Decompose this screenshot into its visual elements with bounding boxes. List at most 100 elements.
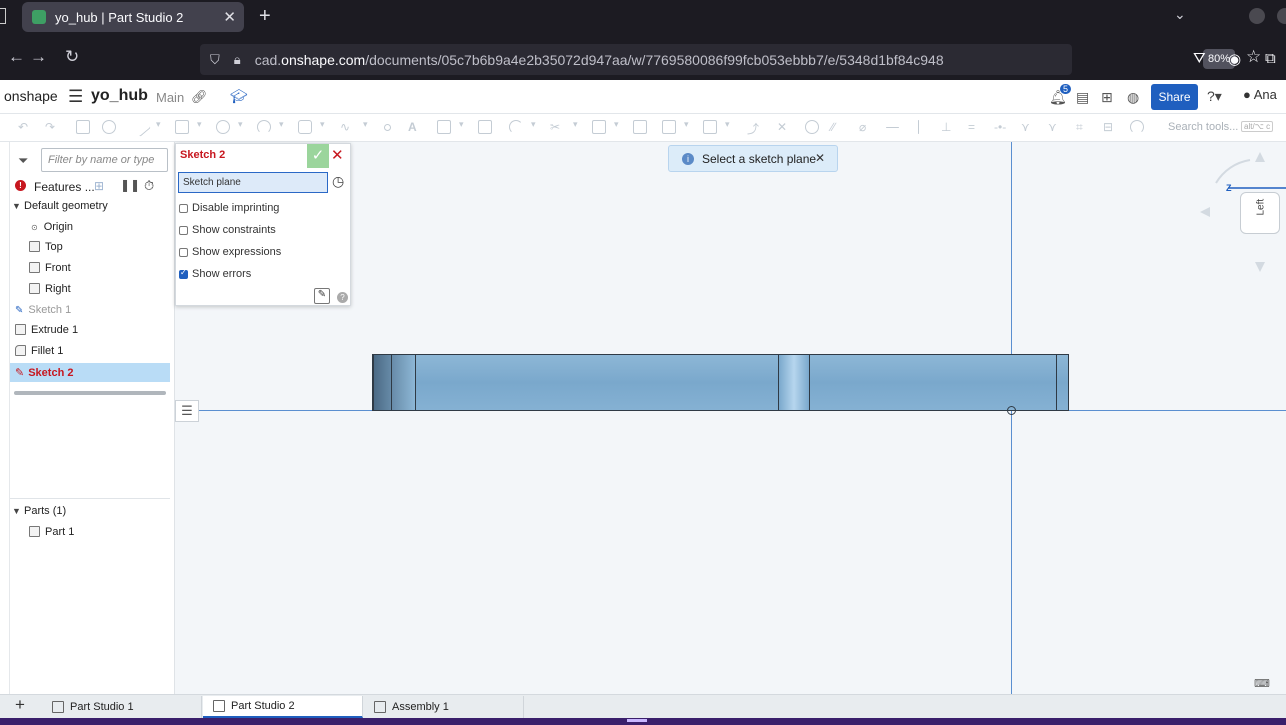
- tree-item-sketch-1[interactable]: ✎ Sketch 1: [15, 304, 71, 316]
- tree-item-fillet-1[interactable]: Fillet 1: [15, 345, 63, 357]
- origin-marker[interactable]: [1007, 406, 1016, 415]
- offset-caret-icon[interactable]: ▾: [614, 119, 619, 130]
- rotate-up-arrow-icon[interactable]: [1255, 152, 1265, 162]
- window-close-button[interactable]: [1277, 8, 1286, 24]
- curvature-icon[interactable]: [1130, 120, 1144, 134]
- polygon-caret-icon[interactable]: ▾: [320, 119, 325, 130]
- link-icon[interactable]: 🔗︎: [191, 89, 208, 105]
- horizontal-icon[interactable]: [886, 127, 899, 128]
- accept-check-button[interactable]: ✓: [307, 144, 329, 168]
- show-constraints-checkbox[interactable]: Show constraints: [179, 224, 276, 236]
- transform-icon[interactable]: [703, 120, 717, 134]
- transform-caret-icon[interactable]: ▾: [725, 119, 730, 130]
- tree-item-right[interactable]: Right: [29, 283, 71, 295]
- pocket-icon[interactable]: ⛛: [1193, 50, 1206, 67]
- tree-item-part-1[interactable]: Part 1: [29, 526, 74, 538]
- filter-icon[interactable]: ⏷: [18, 153, 28, 169]
- coincident-icon[interactable]: ✕: [777, 120, 791, 134]
- tangent-icon[interactable]: ⌀: [859, 120, 873, 134]
- globe-icon[interactable]: ◍: [1127, 89, 1139, 106]
- rollback-bar[interactable]: [14, 391, 166, 395]
- history-icon[interactable]: ◷: [332, 173, 344, 190]
- tree-item-extrude-1[interactable]: Extrude 1: [15, 324, 78, 336]
- stopwatch-icon[interactable]: ⏱: [144, 178, 154, 194]
- normal-icon[interactable]: ⋎: [1021, 120, 1035, 134]
- rotate-arc-icon[interactable]: [1215, 159, 1251, 184]
- spline-caret-icon[interactable]: ▾: [363, 119, 368, 130]
- rotate-left-arrow-icon[interactable]: [1200, 207, 1210, 217]
- new-tab-icon[interactable]: +: [259, 5, 271, 28]
- url-text[interactable]: cad.onshape.com/documents/05c7b6b9a4e2b3…: [255, 52, 985, 68]
- forward-icon[interactable]: →: [30, 47, 47, 67]
- features-label[interactable]: Features ...: [34, 180, 95, 194]
- fillet-caret-icon[interactable]: ▾: [531, 119, 536, 130]
- sketch-tool-icon[interactable]: [102, 120, 116, 134]
- concentric-icon[interactable]: [805, 120, 819, 134]
- pattern-caret-icon[interactable]: ▾: [684, 119, 689, 130]
- line-icon[interactable]: [131, 117, 151, 137]
- toast-close-icon[interactable]: ✕: [815, 151, 825, 165]
- branch-name[interactable]: Main: [156, 90, 184, 105]
- menu-hamburger-icon[interactable]: ☰: [68, 87, 83, 107]
- checkbox-box[interactable]: [179, 225, 188, 235]
- browser-tab[interactable]: yo_hub | Part Studio 2 ✕: [22, 2, 244, 32]
- polygon-icon[interactable]: [298, 120, 312, 134]
- fix-icon[interactable]: ⊟: [1103, 120, 1117, 134]
- offset-icon[interactable]: [592, 120, 606, 134]
- symmetric-icon[interactable]: ⌗: [1076, 120, 1090, 134]
- sketch-settings-icon[interactable]: ✎: [314, 288, 330, 304]
- display-options-icon[interactable]: ⌨: [1254, 677, 1270, 690]
- share-button[interactable]: Share: [1151, 84, 1198, 110]
- chevron-down-icon[interactable]: ▼: [12, 201, 22, 211]
- search-tools-input[interactable]: Search tools... alt/⌥ c: [1160, 117, 1286, 139]
- add-folder-icon[interactable]: ⊞: [94, 179, 104, 193]
- spline-icon[interactable]: ∿: [340, 120, 354, 134]
- view-cube-face-label[interactable]: Left: [1256, 199, 1267, 216]
- help-question-icon[interactable]: ?: [337, 292, 348, 303]
- show-errors-checkbox[interactable]: Show errors: [179, 268, 251, 280]
- copy-icon[interactable]: [76, 120, 90, 134]
- feature-list-toggle-icon[interactable]: ☰: [175, 400, 199, 422]
- tab-fragment[interactable]: [0, 8, 6, 24]
- trim-icon[interactable]: ✂: [550, 120, 564, 134]
- default-geometry-folder[interactable]: ▼ Default geometry: [12, 200, 108, 212]
- rectangle-icon[interactable]: [175, 120, 189, 134]
- midpoint-icon[interactable]: -•-: [994, 120, 1008, 134]
- trim-caret-icon[interactable]: ▾: [573, 119, 578, 130]
- dimension-icon[interactable]: [478, 120, 492, 134]
- disable-imprinting-checkbox[interactable]: Disable imprinting: [179, 202, 279, 214]
- slot-icon[interactable]: ⤴: [747, 120, 761, 136]
- url-bar[interactable]: ⛉ 🔒︎ cad.onshape.com/documents/05c7b6b9a…: [200, 44, 1261, 75]
- part-body[interactable]: [372, 354, 1069, 411]
- text-icon[interactable]: A: [408, 120, 422, 134]
- mirror-icon[interactable]: [633, 120, 647, 134]
- use-caret-icon[interactable]: ▾: [459, 119, 464, 130]
- sketch-plane-field[interactable]: Sketch plane: [178, 172, 328, 193]
- versions-icon[interactable]: ▤: [1076, 89, 1089, 106]
- tab-close-icon[interactable]: ✕: [223, 8, 236, 26]
- onshape-logo[interactable]: onshape: [4, 88, 58, 104]
- equal-icon[interactable]: =: [968, 120, 982, 134]
- window-minimize-button[interactable]: [1249, 8, 1265, 24]
- cancel-x-button[interactable]: ✕: [331, 146, 344, 164]
- document-name[interactable]: yo_hub: [91, 87, 148, 105]
- checkbox-box[interactable]: [179, 203, 188, 213]
- pause-icon[interactable]: ❚❚: [120, 178, 140, 192]
- fillet-icon[interactable]: [509, 120, 523, 134]
- pattern-icon[interactable]: [662, 120, 676, 134]
- tab-part-studio-2[interactable]: Part Studio 2: [203, 696, 363, 718]
- parts-folder[interactable]: ▼ Parts (1): [12, 505, 66, 517]
- tree-item-sketch-2[interactable]: ✎ Sketch 2: [10, 363, 170, 382]
- rectangle-caret-icon[interactable]: ▾: [197, 119, 202, 130]
- rotate-down-arrow-icon[interactable]: [1255, 262, 1265, 272]
- vertical-icon[interactable]: [918, 120, 919, 134]
- line-caret-icon[interactable]: ▾: [156, 119, 161, 130]
- checkbox-box-checked[interactable]: [179, 268, 188, 279]
- tree-item-front[interactable]: Front: [29, 262, 71, 274]
- add-tab-icon[interactable]: +: [15, 695, 25, 715]
- help-icon[interactable]: ?▾: [1207, 88, 1222, 105]
- pierce-icon[interactable]: ⋎: [1048, 120, 1062, 134]
- shield-icon[interactable]: ⛉: [210, 52, 220, 68]
- undo-icon[interactable]: ↶: [18, 120, 32, 134]
- circle-caret-icon[interactable]: ▾: [238, 119, 243, 130]
